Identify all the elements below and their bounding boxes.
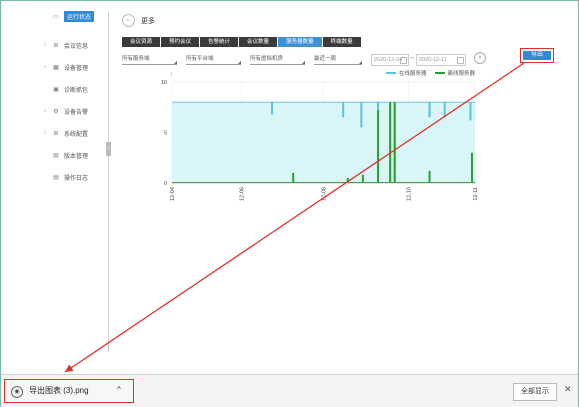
show-all-button[interactable]: 全部显示 — [513, 383, 557, 401]
tv-icon: ▭ — [53, 13, 59, 20]
package-icon: ▣ — [53, 86, 59, 93]
sidebar-item[interactable]: ▤ 操作日志 — [40, 171, 108, 183]
offline-spike — [428, 170, 431, 183]
close-icon[interactable]: ✕ — [564, 384, 572, 395]
time-range-select[interactable]: 最近一周 — [314, 54, 362, 65]
online-dip — [428, 102, 431, 118]
dropdown-caret-icon — [238, 61, 241, 64]
date-range-arrow-icon: → — [408, 54, 415, 61]
gear-icon: ⚙ — [53, 108, 59, 115]
dropdown-caret-icon — [359, 61, 362, 64]
page-title: 更多 — [141, 18, 155, 25]
offline-spike — [346, 177, 349, 183]
server-count-chart: ↑ 0 5 10 12-04 12-06 12-08 12-10 12-11 — [161, 72, 479, 201]
gear-icon: ⚙ — [53, 130, 59, 137]
offline-spike — [292, 172, 295, 183]
tab[interactable]: 服务器数量 — [278, 37, 322, 47]
arrow-left-icon: ← — [125, 17, 132, 23]
sidebar-item[interactable]: › ▦ 设备管理 — [40, 61, 108, 73]
export-highlight: 导出 — [520, 48, 554, 63]
offline-spike — [377, 110, 380, 183]
gear-icon: ⚙ — [53, 42, 59, 49]
dropdown-caret-icon — [302, 61, 305, 64]
sidebar-item[interactable]: ▭ 运行状态 — [40, 10, 108, 22]
chevron-right-icon: › — [44, 108, 46, 114]
chevron-right-icon: › — [44, 42, 46, 48]
online-dip — [443, 102, 446, 118]
sidebar-item-label: 系统配置 — [64, 131, 89, 138]
platform-select[interactable]: 所有平台域 — [186, 54, 241, 65]
tab[interactable]: 会议数量 — [239, 37, 278, 47]
sidebar-divider — [108, 12, 109, 352]
x-tick-label: 12-04 — [170, 187, 176, 201]
offline-spike — [361, 174, 364, 183]
offline-spike — [470, 152, 473, 183]
sidebar-item-label: 诊断抓包 — [64, 87, 89, 94]
document-icon: ▤ — [53, 174, 59, 181]
document-icon: ▤ — [53, 152, 59, 159]
sidebar-item-label: 会议信息 — [64, 43, 89, 50]
start-date-input[interactable]: 2020-12-04 — [371, 54, 409, 66]
calendar-icon — [457, 57, 464, 64]
download-bar: ◉ 导出图表 (3).png ^ 全部显示 ✕ — [1, 374, 578, 407]
back-button[interactable]: ← — [122, 14, 135, 27]
tab[interactable]: 会议资源 — [122, 37, 161, 47]
chevron-right-icon: › — [44, 130, 46, 136]
end-date-input[interactable]: 2020-12-11 — [416, 54, 466, 66]
sidebar-item[interactable]: ▣ 诊断抓包 — [40, 83, 108, 95]
tab[interactable]: 预约会议 — [161, 37, 200, 47]
offline-spike — [393, 102, 396, 183]
x-tick-label: 12-11 — [473, 187, 479, 201]
calendar-icon — [400, 57, 407, 64]
stat-tabs: 会议资源 预约会议 告警统计 会议数量 服务器数量 终端数量 — [122, 37, 362, 47]
online-dip — [270, 102, 273, 115]
sidebar-item-label: 设备告警 — [64, 109, 89, 116]
online-dip — [469, 102, 472, 121]
machine-room-select[interactable]: 所有虚拟机房 — [250, 54, 305, 65]
offline-spike — [389, 102, 392, 183]
grid-icon: ▦ — [53, 64, 59, 71]
download-item[interactable]: ◉ 导出图表 (3).png ^ — [4, 379, 134, 403]
image-file-icon: ◉ — [11, 386, 23, 398]
online-dip — [360, 102, 363, 128]
chevron-right-icon: › — [44, 64, 46, 70]
download-file-name: 导出图表 (3).png — [29, 386, 89, 395]
sidebar-item-label: 设备管理 — [64, 65, 89, 72]
sidebar-item[interactable]: ▤ 版本管理 — [40, 149, 108, 161]
sidebar-item-label: 操作日志 — [64, 175, 89, 182]
search-icon: ⌕ — [478, 55, 482, 61]
tab[interactable]: 终端数量 — [322, 37, 361, 47]
domain-select[interactable]: 所有服务域 — [122, 54, 177, 65]
y-tick-label: 10 — [161, 80, 167, 86]
y-axis-arrow-icon: ↑ — [170, 72, 173, 78]
sidebar-item-label: 运行状态 — [64, 10, 95, 22]
sidebar-item[interactable]: › ⚙ 系统配置 — [40, 127, 108, 139]
x-tick-label: 12-10 — [406, 187, 412, 201]
sidebar-item[interactable]: › ⚙ 设备告警 — [40, 105, 108, 117]
sidebar-item-label: 版本管理 — [64, 153, 89, 160]
chevron-up-icon[interactable]: ^ — [117, 385, 121, 394]
tab[interactable]: 告警统计 — [200, 37, 239, 47]
x-tick-label: 12-08 — [322, 187, 328, 201]
y-tick-label: 0 — [164, 181, 167, 187]
sidebar-collapse-handle[interactable]: ‹ — [106, 142, 111, 156]
x-tick-label: 12-06 — [240, 187, 246, 201]
search-button[interactable]: ⌕ — [474, 52, 486, 64]
dropdown-caret-icon — [174, 61, 177, 64]
sidebar-item[interactable]: › ⚙ 会议信息 — [40, 39, 108, 51]
y-tick-label: 5 — [164, 131, 167, 137]
export-button[interactable]: 导出 — [523, 51, 551, 60]
online-dip — [342, 102, 345, 118]
